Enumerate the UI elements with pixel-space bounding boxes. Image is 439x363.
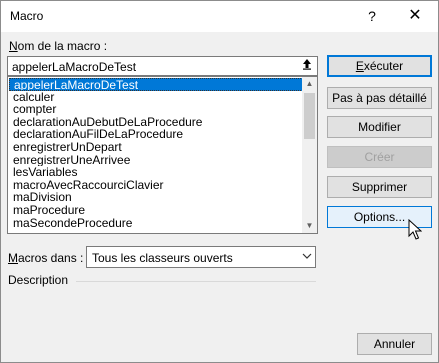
scroll-up-icon[interactable]: ▲ — [302, 77, 317, 91]
delete-button[interactable]: Supprimer — [327, 176, 432, 198]
description-separator — [76, 281, 316, 282]
list-item[interactable]: maDivision — [9, 191, 303, 204]
macro-name-input[interactable]: appelerLaMacroDeTest — [7, 56, 318, 76]
list-item[interactable]: declarationAuDebutDeLaProcedure — [9, 116, 303, 129]
list-item[interactable]: appelerLaMacroDeTest — [9, 78, 303, 91]
mouse-cursor-icon — [408, 219, 422, 240]
macros-in-accel: M — [8, 251, 18, 265]
macro-list-items: appelerLaMacroDeTest calculer compter decla… — [9, 78, 303, 229]
upload-arrow-svg — [303, 59, 311, 70]
close-button[interactable]: ✕ — [404, 5, 426, 27]
execute-text: xécuter — [363, 59, 404, 73]
macro-name-label-text: om de la macro : — [17, 39, 108, 53]
execute-button[interactable]: Exécuter — [327, 55, 432, 77]
list-item[interactable]: lesVariables — [9, 166, 303, 179]
macro-name-value: appelerLaMacroDeTest — [12, 60, 137, 74]
list-item[interactable]: declarationAuFilDeLaProcedure — [9, 128, 303, 141]
description-label: Description — [8, 273, 69, 287]
help-button[interactable]: ? — [361, 5, 383, 27]
title-bar: Macro ? ✕ — [1, 1, 438, 32]
execute-accel: E — [355, 59, 364, 73]
macro-name-label-accel: N — [9, 39, 18, 53]
create-button[interactable]: Créer — [327, 146, 432, 168]
macros-in-label: Macros dans : — [8, 251, 83, 265]
cancel-button[interactable]: Annuler — [357, 333, 432, 355]
list-item[interactable]: maSecondeProcedure — [9, 217, 303, 230]
macro-dialog: Macro ? ✕ Nom de la macro : appelerLaMac… — [0, 0, 439, 363]
step-into-button[interactable]: Pas à pas détaillé — [327, 87, 432, 109]
chevron-down-svg — [302, 253, 311, 259]
scrollbar[interactable]: ▲ ▼ — [302, 77, 317, 233]
macros-in-value: Tous les classeurs ouverts — [92, 251, 233, 265]
list-item[interactable]: enregistrerUnDepart — [9, 141, 303, 154]
scroll-thumb[interactable] — [304, 93, 315, 139]
scroll-down-icon[interactable]: ▼ — [302, 219, 317, 233]
list-item[interactable]: compter — [9, 103, 303, 116]
list-item[interactable]: enregistrerUneArrivee — [9, 154, 303, 167]
macros-in-text: acros dans : — [18, 251, 84, 265]
macro-list[interactable]: appelerLaMacroDeTest calculer compter decla… — [7, 76, 318, 234]
list-item[interactable]: macroAvecRaccourciClavier — [9, 179, 303, 192]
upload-arrow-icon[interactable] — [298, 58, 316, 74]
macro-name-label: Nom de la macro : — [9, 39, 107, 53]
list-item[interactable]: calculer — [9, 91, 303, 104]
dialog-title: Macro — [10, 9, 44, 23]
modify-button[interactable]: Modifier — [327, 116, 432, 138]
list-item[interactable]: maProcedure — [9, 204, 303, 217]
macros-in-select[interactable]: Tous les classeurs ouverts — [86, 246, 316, 268]
chevron-down-icon[interactable] — [298, 247, 315, 267]
